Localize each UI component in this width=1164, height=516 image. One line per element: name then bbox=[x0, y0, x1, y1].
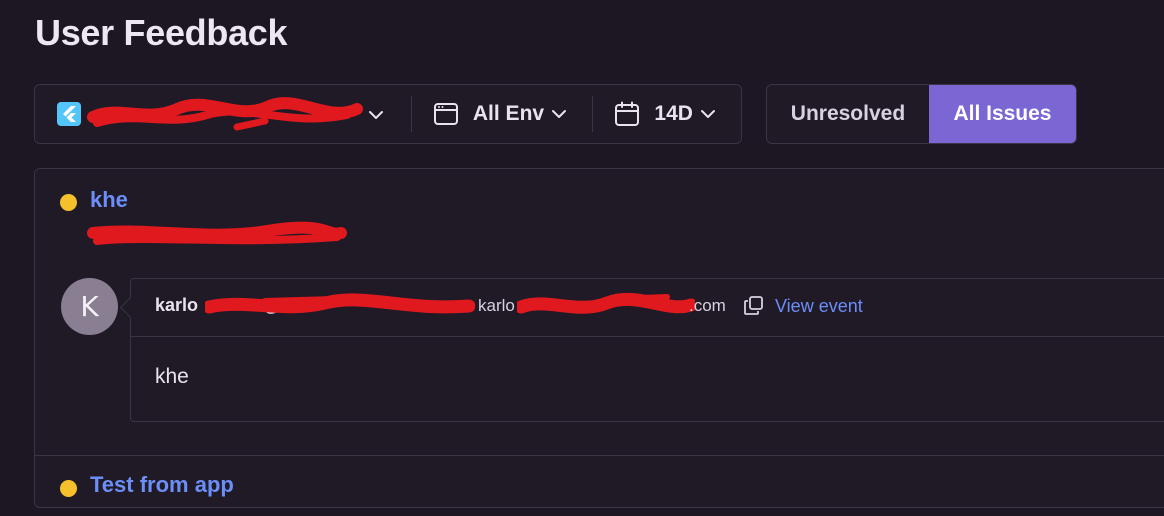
calendar-icon bbox=[615, 101, 640, 126]
environment-label: All Env bbox=[472, 102, 545, 125]
date-range-label: 14D bbox=[654, 102, 693, 125]
unresolved-button[interactable]: Unresolved bbox=[767, 85, 929, 143]
feedback-item: khe K karlo @ karlo .com View event khe bbox=[35, 169, 1164, 456]
feedback-title-link[interactable]: khe bbox=[90, 187, 128, 213]
date-range-selector[interactable]: 14D bbox=[593, 85, 741, 143]
chevron-down-icon bbox=[369, 111, 383, 119]
page-title: User Feedback bbox=[35, 12, 288, 53]
view-event-link[interactable]: View event bbox=[775, 296, 863, 317]
environment-selector[interactable]: All Env bbox=[412, 85, 593, 143]
status-dot bbox=[60, 480, 77, 497]
chevron-down-icon bbox=[700, 110, 715, 118]
redaction-scribble bbox=[87, 221, 347, 245]
author-email-domain: .com bbox=[689, 296, 726, 315]
feedback-title-link[interactable]: Test from app bbox=[90, 472, 234, 498]
feedback-list: khe K karlo @ karlo .com View event khe … bbox=[34, 168, 1164, 508]
all-issues-button[interactable]: All Issues bbox=[928, 85, 1076, 143]
avatar: K bbox=[61, 278, 118, 335]
status-toggle: Unresolved All Issues bbox=[766, 84, 1077, 144]
copy-icon[interactable] bbox=[744, 296, 763, 315]
page-filter-bar: All Env 14D bbox=[34, 84, 742, 144]
redaction-scribble bbox=[205, 293, 475, 314]
redaction-scribble bbox=[517, 292, 695, 314]
project-selector[interactable] bbox=[35, 85, 411, 143]
browser-window-icon bbox=[433, 103, 458, 125]
comment-header: karlo @ karlo .com View event bbox=[131, 279, 1164, 337]
feedback-message: khe bbox=[155, 365, 189, 388]
flutter-icon bbox=[57, 102, 81, 126]
author-name: karlo bbox=[155, 295, 199, 315]
redaction-scribble bbox=[87, 97, 363, 131]
author-email: karlo bbox=[478, 296, 515, 315]
feedback-item: Test from app bbox=[35, 456, 1164, 516]
status-dot bbox=[60, 194, 77, 211]
feedback-comment-card: karlo @ karlo .com View event khe bbox=[130, 278, 1164, 422]
chevron-down-icon bbox=[552, 110, 567, 118]
